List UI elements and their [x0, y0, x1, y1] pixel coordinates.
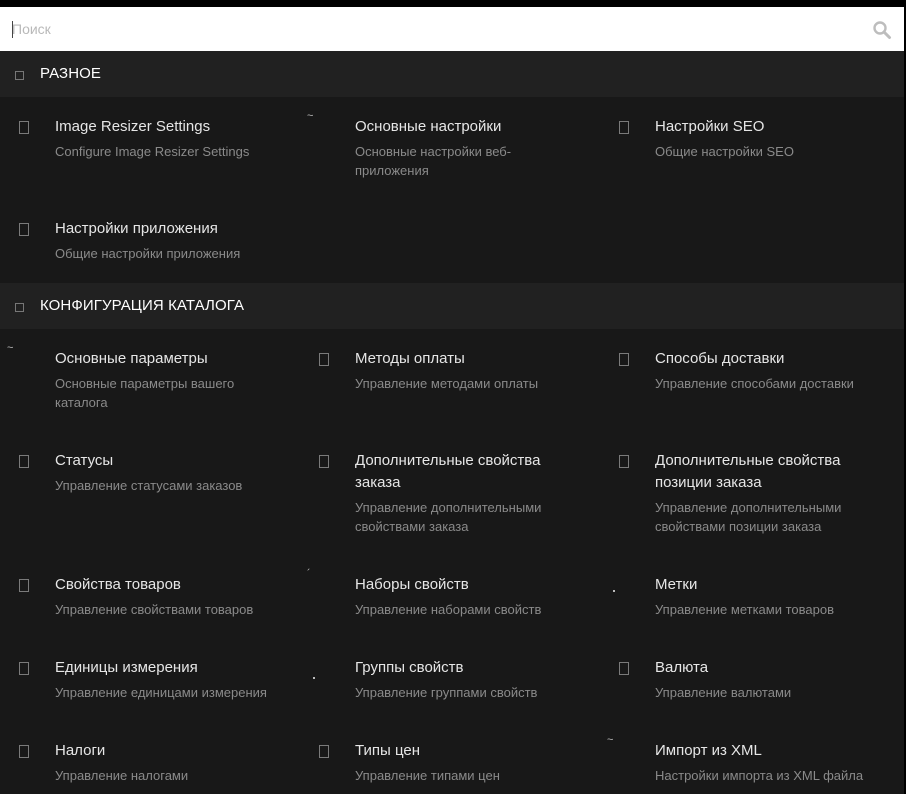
settings-item[interactable]: Метки Управление метками товаров	[613, 574, 906, 619]
settings-item-name: Импорт из XML	[655, 742, 762, 759]
settings-item-desc: Управление методами оплаты	[355, 376, 539, 391]
settings-item-desc: Configure Image Resizer Settings	[55, 144, 250, 159]
settings-icon	[19, 579, 29, 592]
settings-item-desc: Управление наборами свойств	[355, 602, 542, 617]
settings-item-name: Свойства товаров	[55, 576, 181, 593]
settings-item-name: Основные параметры	[55, 350, 208, 367]
settings-icon	[319, 353, 329, 366]
settings-item-name: Основные настройки	[355, 118, 502, 135]
settings-item-desc: Настройки импорта из XML файла	[655, 768, 864, 783]
settings-item-desc: Управление метками товаров	[655, 602, 834, 617]
settings-item[interactable]: Способы доставки Управление способами до…	[619, 348, 906, 393]
settings-item[interactable]: Настройки SEO Общие настройки SEO	[619, 116, 906, 161]
settings-item-name: Дополнительные свойства позиции заказа	[655, 452, 841, 491]
settings-item-name: Единицы измерения	[55, 659, 198, 676]
settings-icon	[19, 223, 29, 236]
settings-icon	[619, 121, 629, 134]
settings-item-name: Группы свойств	[355, 659, 464, 676]
settings-item[interactable]: Свойства товаров Управление свойствами т…	[19, 574, 345, 619]
settings-item-name: Статусы	[55, 452, 114, 469]
settings-item-name: Наборы свойств	[355, 576, 469, 593]
settings-icon: ´	[307, 568, 311, 580]
settings-icon	[619, 353, 629, 366]
settings-item[interactable]: Image Resizer Settings Configure Image R…	[19, 116, 345, 161]
settings-icon: ~	[607, 734, 614, 746]
settings-item-desc: Основные параметры вашего каталога	[55, 376, 235, 410]
settings-item-desc: Управление свойствами товаров	[55, 602, 254, 617]
settings-item-name: Способы доставки	[655, 350, 785, 367]
settings-item[interactable]: Дополнительные свойства заказа Управлени…	[319, 450, 560, 536]
settings-item-name: Валюта	[655, 659, 709, 676]
search-icon[interactable]	[872, 20, 892, 40]
settings-icon: ~	[307, 110, 314, 122]
settings-item-desc: Управление налогами	[55, 768, 189, 783]
settings-icon	[19, 455, 29, 468]
settings-item[interactable]: Налоги Управление налогами	[19, 740, 345, 785]
settings-item-desc: Общие настройки приложения	[55, 246, 241, 261]
section-panel-catalog: ~ Основные параметры Основные параметры …	[0, 329, 904, 794]
settings-item[interactable]: Группы свойств Управление группами свойс…	[313, 657, 645, 702]
section-header-catalog[interactable]: КОНФИГУРАЦИЯ КАТАЛОГА	[0, 283, 904, 329]
settings-item[interactable]: ~ Основные настройки Основные настройки …	[307, 110, 555, 180]
settings-item[interactable]: Настройки приложения Общие настройки при…	[19, 218, 345, 263]
settings-item[interactable]: Типы цен Управление типами цен	[319, 740, 645, 785]
settings-item[interactable]: ´ Наборы свойств Управление наборами сво…	[307, 568, 645, 619]
settings-item-desc: Управление способами доставки	[655, 376, 854, 391]
settings-icon	[313, 677, 315, 679]
settings-icon	[19, 662, 29, 675]
settings-item-desc: Основные настройки веб-приложения	[355, 144, 512, 178]
section-header-misc[interactable]: РАЗНОЕ	[0, 51, 904, 97]
settings-item-name: Налоги	[55, 742, 106, 759]
settings-item-name: Типы цен	[355, 742, 421, 759]
settings-item-desc: Общие настройки SEO	[655, 144, 794, 159]
settings-icon	[613, 590, 615, 592]
settings-item[interactable]: Валюта Управление валютами	[619, 657, 906, 702]
top-border	[0, 0, 906, 7]
settings-item-name: Метки	[655, 576, 698, 593]
settings-icon: ~	[7, 342, 14, 354]
settings-icon	[619, 662, 629, 675]
settings-item-name: Настройки SEO	[655, 118, 765, 135]
settings-item-desc: Управление типами цен	[355, 768, 500, 783]
settings-item[interactable]: ~ Импорт из XML Настройки импорта из XML…	[607, 734, 906, 785]
settings-item[interactable]: Дополнительные свойства позиции заказа У…	[619, 450, 860, 536]
section-title: РАЗНОЕ	[40, 65, 102, 82]
settings-item[interactable]: Единицы измерения Управление единицами и…	[19, 657, 345, 702]
settings-item-desc: Управление дополнительными свойствами по…	[655, 500, 842, 534]
settings-icon	[19, 121, 29, 134]
settings-item-desc: Управление единицами измерения	[55, 685, 267, 700]
search-bar	[0, 7, 904, 51]
settings-item[interactable]: ~ Основные параметры Основные параметры …	[7, 342, 255, 412]
settings-item[interactable]: Статусы Управление статусами заказов	[19, 450, 345, 495]
section-folder-icon	[15, 303, 24, 312]
search-input[interactable]	[12, 7, 852, 51]
section-title: КОНФИГУРАЦИЯ КАТАЛОГА	[40, 297, 245, 314]
settings-item[interactable]: Методы оплаты Управление методами оплаты	[319, 348, 645, 393]
settings-item-desc: Управление группами свойств	[355, 685, 538, 700]
settings-icon	[619, 455, 629, 468]
text-caret	[12, 21, 13, 38]
settings-item-desc: Управление статусами заказов	[55, 478, 243, 493]
settings-item-desc: Управление валютами	[655, 685, 792, 700]
section-folder-icon	[15, 71, 24, 80]
settings-icon	[319, 745, 329, 758]
settings-item-desc: Управление дополнительными свойствами за…	[355, 500, 542, 534]
settings-item-name: Image Resizer Settings	[55, 118, 211, 135]
settings-icon	[19, 745, 29, 758]
settings-item-name: Методы оплаты	[355, 350, 465, 367]
settings-item-name: Настройки приложения	[55, 220, 218, 237]
settings-icon	[319, 455, 329, 468]
section-panel-misc: Image Resizer Settings Configure Image R…	[0, 97, 904, 283]
settings-item-name: Дополнительные свойства заказа	[355, 452, 541, 491]
